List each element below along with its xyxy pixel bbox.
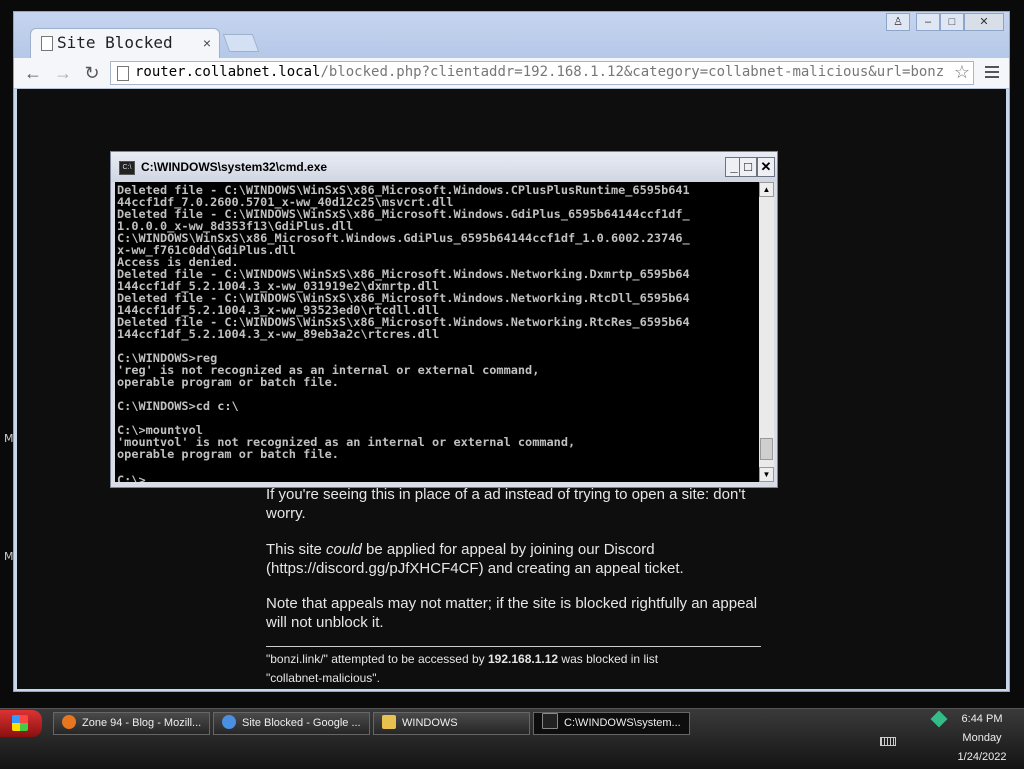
cmd-scrollbar[interactable]: ▲ ▼ — [759, 182, 774, 482]
paragraph-appeal: This site could be applied for appeal by… — [266, 541, 684, 577]
cmd-icon — [542, 713, 558, 729]
cmd-maximize-button[interactable]: □ — [739, 157, 757, 177]
menu-icon[interactable] — [985, 63, 999, 81]
keyboard-tray-icon[interactable] — [880, 737, 896, 746]
tab-site-blocked[interactable]: Site Blocked × — [30, 28, 220, 58]
firefox-icon — [62, 715, 76, 729]
clock-time[interactable]: 6:44 PM — [940, 713, 1024, 725]
maximize-button[interactable]: □ — [940, 13, 964, 31]
cmd-titlebar[interactable]: C:\ C:\WINDOWS\system32\cmd.exe _ □ ✕ — [111, 152, 777, 182]
console-line: operable program or batch file. — [117, 447, 339, 461]
tab-strip: Site Blocked × ♙ – □ ✕ — [14, 12, 1009, 58]
minimize-button[interactable]: – — [916, 13, 940, 31]
taskbar-button-firefox[interactable]: Zone 94 - Blog - Mozill... — [53, 712, 210, 735]
divider — [266, 646, 761, 647]
clock-day: Monday — [962, 732, 1002, 744]
block-footer: "bonzi.link/" attempted to be accessed b… — [266, 652, 659, 685]
paragraph-appeal-note: Note that appeals may not matter; if the… — [266, 595, 758, 631]
reload-icon[interactable]: ↻ — [81, 62, 103, 84]
console-output[interactable]: Deleted file - C:\WINDOWS\WinSxS\x86_Mic… — [115, 182, 759, 482]
cmd-title: C:\WINDOWS\system32\cmd.exe — [141, 160, 328, 174]
cmd-close-button[interactable]: ✕ — [757, 157, 775, 177]
taskbar-button-chrome[interactable]: Site Blocked - Google ... — [213, 712, 370, 735]
page-icon — [117, 66, 129, 81]
toolbar: ← → ↻ router.collabnet.local/blocked.php… — [14, 58, 1009, 89]
taskbar-button-explorer[interactable]: WINDOWS — [373, 712, 530, 735]
scroll-up-arrow-icon[interactable]: ▲ — [759, 182, 774, 197]
clock-date: 1/24/2022 — [957, 751, 1007, 763]
user-icon[interactable]: ♙ — [886, 13, 910, 31]
scroll-thumb[interactable] — [760, 438, 773, 460]
console-line: 144ccf1df_5.2.1004.3_x-ww_89eb3a2c\rtcre… — [117, 327, 440, 341]
cmd-icon: C:\ — [119, 161, 135, 175]
prompt: C:\> — [117, 473, 146, 482]
tab-title: Site Blocked — [57, 33, 173, 52]
taskbar: Zone 94 - Blog - Mozill... Site Blocked … — [0, 708, 1024, 769]
console-line: C:\WINDOWS>cd c:\ — [117, 399, 239, 413]
console-line: operable program or batch file. — [117, 375, 339, 389]
new-tab-button[interactable] — [222, 34, 260, 52]
folder-icon — [382, 715, 396, 729]
windows-logo-icon — [12, 715, 28, 731]
forward-icon[interactable]: → — [52, 62, 74, 84]
taskbar-button-cmd[interactable]: C:\WINDOWS\system... — [533, 712, 690, 735]
address-bar[interactable]: router.collabnet.local/blocked.php?clien… — [110, 61, 974, 85]
close-button[interactable]: ✕ — [964, 13, 1004, 31]
cmd-window: C:\ C:\WINDOWS\system32\cmd.exe _ □ ✕ De… — [110, 151, 778, 488]
back-icon[interactable]: ← — [22, 62, 44, 84]
bookmark-star-icon[interactable]: ☆ — [954, 62, 970, 83]
scroll-down-arrow-icon[interactable]: ▼ — [759, 467, 774, 482]
tab-close-icon[interactable]: × — [203, 35, 211, 51]
chrome-icon — [222, 715, 236, 729]
page-icon — [41, 36, 53, 51]
start-button[interactable] — [0, 710, 42, 737]
paragraph-ad-notice: If you're seeing this in place of a ad i… — [266, 486, 746, 522]
url-text[interactable]: router.collabnet.local/blocked.php?clien… — [135, 64, 943, 80]
